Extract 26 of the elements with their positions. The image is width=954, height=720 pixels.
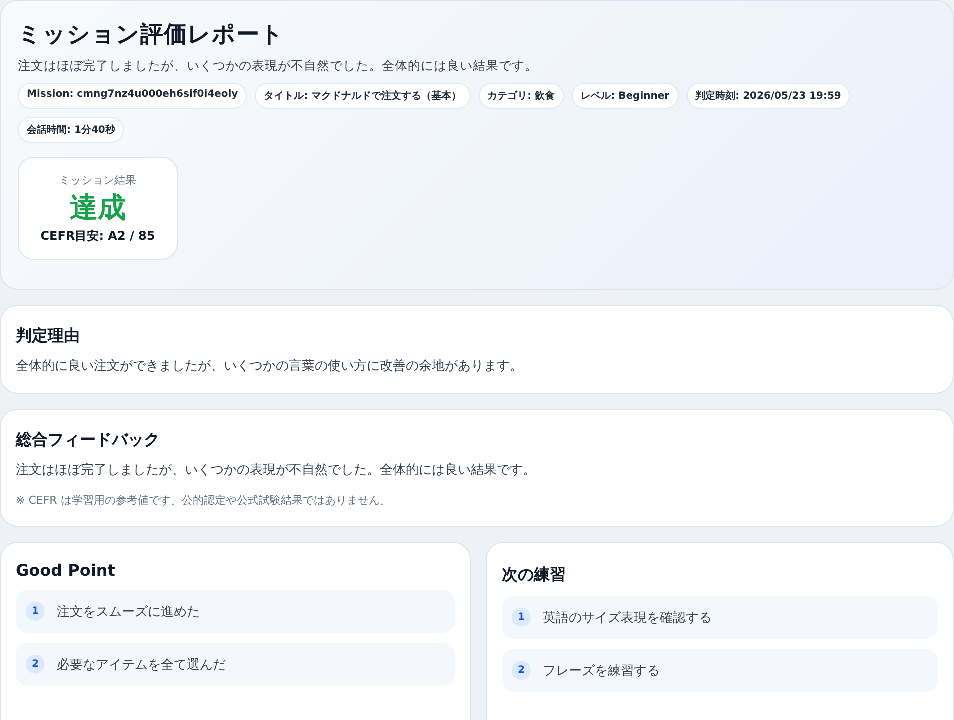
info-tag: 判定時刻: 2026/05/23 19:59 bbox=[686, 83, 850, 109]
report-title: ミッション評価レポート bbox=[18, 21, 286, 50]
disclaimer-note: ※ CEFR は学習用の参考値です。公的認定や公式試験結果ではありません。 bbox=[16, 493, 392, 508]
number-badge: 2 bbox=[26, 655, 45, 674]
item-text: 英語のサイズ表現を確認する bbox=[543, 610, 712, 626]
number-badge: 2 bbox=[512, 661, 531, 680]
item-text: フレーズを練習する bbox=[543, 662, 660, 680]
info-tag: Mission: cmng7nz4u000eh6sif0i4eoly bbox=[18, 83, 248, 109]
number-badge: 1 bbox=[512, 608, 531, 627]
result-label: ミッション結果 bbox=[60, 173, 136, 188]
reason-text: 全体的に良い注文ができましたが、いくつかの言葉の使い方に改善の余地があります。 bbox=[16, 358, 524, 375]
info-tag: タイトル: マクドナルドで注文する（基本） bbox=[255, 83, 471, 109]
section-title: 判定理由 bbox=[16, 326, 81, 347]
result-value: 達成 bbox=[70, 192, 126, 224]
info-tag: 会話時間: 1分40秒 bbox=[18, 117, 124, 143]
item-text: 必要なアイテムを全て選んだ bbox=[57, 656, 226, 674]
section-title: 総合フィードバック bbox=[16, 430, 161, 451]
cefr-score: CEFR目安: A2 / 85 bbox=[40, 228, 156, 246]
info-tag: レベル: Beginner bbox=[572, 83, 679, 109]
section-title: 次の練習 bbox=[502, 565, 567, 586]
number-badge: 1 bbox=[26, 602, 45, 621]
summary-text: 注文はほぼ完了しましたが、いくつかの表現が不自然でした。全体的には良い結果です。 bbox=[18, 58, 539, 75]
feedback-text: 注文はほぼ完了しましたが、いくつかの表現が不自然でした。全体的には良い結果です。 bbox=[16, 462, 537, 479]
section-title: Good Point bbox=[16, 561, 116, 580]
info-tag: カテゴリ: 飲食 bbox=[478, 83, 564, 109]
item-text: 注文をスムーズに進めた bbox=[57, 604, 200, 620]
